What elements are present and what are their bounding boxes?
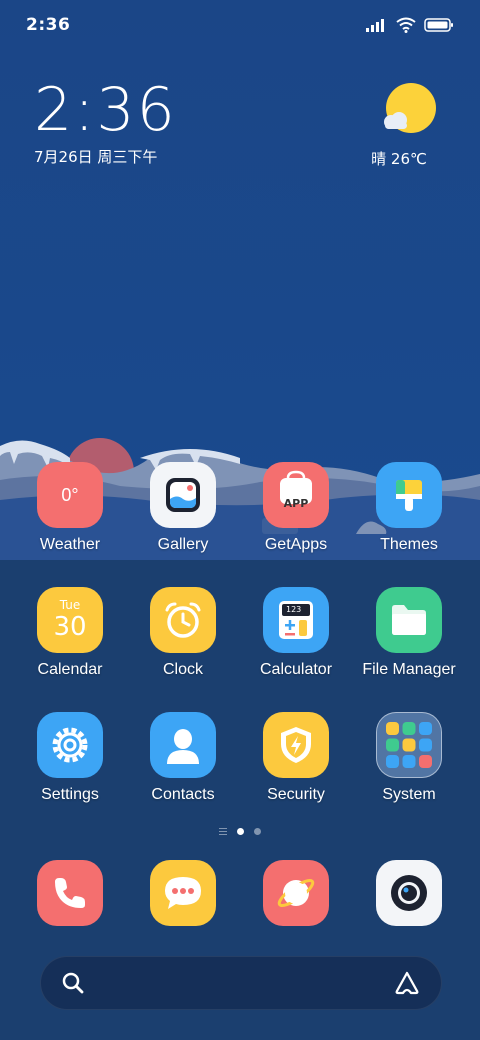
dock-camera[interactable] xyxy=(352,860,466,926)
app-label: Contacts xyxy=(151,786,215,803)
signal-icon xyxy=(366,19,384,32)
getapps-icon: APP xyxy=(263,462,329,528)
calendar-date: 30 xyxy=(53,612,87,642)
calendar-icon: Tue 30 xyxy=(37,587,103,653)
app-system-folder[interactable]: System xyxy=(352,712,466,804)
browser-icon xyxy=(263,860,329,926)
app-drawer-lines-icon[interactable] xyxy=(219,828,227,835)
app-weather[interactable]: 0° Weather xyxy=(13,462,127,554)
app-getapps[interactable]: APP GetApps xyxy=(239,462,353,554)
app-label: Gallery xyxy=(157,536,209,553)
app-label: Themes xyxy=(380,536,438,553)
clock-widget[interactable]: 2:36 7月26日 周三下午 xyxy=(34,78,177,167)
getapps-icon-text: APP xyxy=(283,496,309,510)
messages-icon xyxy=(150,860,216,926)
weather-icon-text: 0° xyxy=(61,484,79,505)
folder-icon xyxy=(376,587,442,653)
gallery-icon xyxy=(150,462,216,528)
app-file-manager[interactable]: File Manager xyxy=(352,587,466,679)
app-label: Calculator xyxy=(259,661,333,678)
phone-icon xyxy=(37,860,103,926)
dock-browser[interactable] xyxy=(239,860,353,926)
app-gallery[interactable]: Gallery xyxy=(126,462,240,554)
app-themes[interactable]: Themes xyxy=(352,462,466,554)
widget-date: 7月26日 周三下午 xyxy=(34,148,158,166)
page-indicator[interactable] xyxy=(0,828,480,835)
search-bar[interactable] xyxy=(40,956,442,1010)
sun-cloud-icon xyxy=(383,83,436,133)
widget-time: 2:36 xyxy=(34,75,177,145)
app-settings[interactable]: Settings xyxy=(13,712,127,804)
calculator-icon: 123 xyxy=(263,587,329,653)
app-security[interactable]: Security xyxy=(239,712,353,804)
themes-icon xyxy=(376,462,442,528)
search-icon[interactable] xyxy=(61,971,85,995)
weather-text: 晴 26℃ xyxy=(371,150,427,168)
gear-icon xyxy=(37,712,103,778)
page-dot-1[interactable] xyxy=(237,828,244,835)
status-bar: 2:36 xyxy=(0,0,480,50)
app-calculator[interactable]: 123 Calculator xyxy=(239,587,353,679)
status-time: 2:36 xyxy=(26,15,71,35)
app-label: System xyxy=(382,786,436,803)
folder-system-icon xyxy=(376,712,442,778)
wifi-icon xyxy=(396,17,416,33)
status-icons xyxy=(366,17,454,33)
app-label: File Manager xyxy=(362,661,456,678)
weather-icon: 0° xyxy=(37,462,103,528)
dock-messages[interactable] xyxy=(126,860,240,926)
app-label: Settings xyxy=(41,786,99,803)
app-label: Clock xyxy=(162,661,203,678)
assistant-icon[interactable] xyxy=(393,970,421,996)
camera-icon xyxy=(376,860,442,926)
clock-icon xyxy=(150,587,216,653)
security-icon xyxy=(263,712,329,778)
app-contacts[interactable]: Contacts xyxy=(126,712,240,804)
weather-widget[interactable]: 晴 26℃ xyxy=(354,82,444,169)
battery-icon xyxy=(424,18,453,32)
page-dot-2[interactable] xyxy=(254,828,261,835)
dock-phone[interactable] xyxy=(13,860,127,926)
app-calendar[interactable]: Tue 30 Calendar xyxy=(13,587,127,679)
app-clock[interactable]: Clock xyxy=(126,587,240,679)
app-label: Weather xyxy=(39,536,101,553)
calendar-day: Tue xyxy=(59,598,81,612)
app-label: Security xyxy=(267,786,325,803)
calculator-icon-text: 123 xyxy=(286,605,302,614)
app-label: GetApps xyxy=(264,536,328,553)
app-label: Calendar xyxy=(37,661,103,678)
contacts-icon xyxy=(150,712,216,778)
